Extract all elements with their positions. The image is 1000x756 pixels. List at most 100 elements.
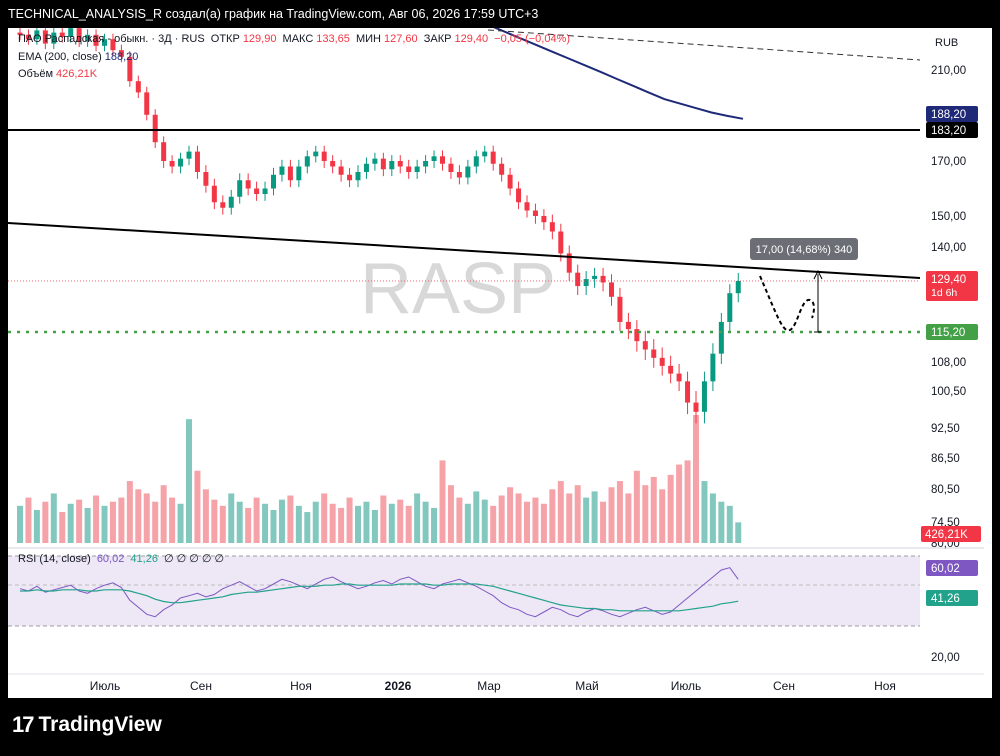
volume-bar — [118, 497, 125, 543]
legend-volume-label: Объём — [18, 68, 54, 80]
candle-body — [431, 156, 437, 161]
volume-bar — [67, 503, 74, 543]
volume-bar — [431, 507, 438, 543]
volume-bar — [152, 501, 159, 543]
volume-bar — [718, 501, 725, 543]
volume-bar — [42, 501, 49, 543]
candle-body — [482, 151, 488, 157]
volume-bar — [473, 491, 480, 543]
candle-body — [194, 151, 200, 172]
volume-bar — [236, 501, 243, 543]
candle-body — [169, 161, 175, 167]
volume-bar — [447, 485, 454, 543]
legend-symbol[interactable]: ПАО Распадская - обыкн. · 3Д · RUS — [18, 33, 205, 45]
volume-bar — [287, 495, 294, 543]
candle-body — [380, 158, 386, 170]
volume-bar — [507, 487, 514, 543]
volume-bar — [312, 501, 319, 543]
tradingview-logo[interactable]: 17 TradingView — [12, 712, 162, 738]
candle-body — [313, 151, 319, 157]
volume-bar — [245, 507, 252, 543]
candle-body — [541, 216, 547, 223]
x-tick-label: Сен — [773, 679, 795, 693]
y-tick-label: 100,50 — [931, 386, 966, 398]
candle-body — [186, 151, 192, 159]
volume-bar — [295, 505, 302, 543]
candle-body — [271, 174, 276, 189]
volume-bar — [160, 485, 167, 543]
volume-bar — [616, 481, 623, 543]
volume-bar — [583, 497, 590, 543]
legend-rsi-ma-value: 41,26 — [130, 553, 158, 565]
y-tick-label: 80,50 — [931, 484, 960, 496]
volume-bar — [481, 499, 488, 543]
legend-rsi-row[interactable]: RSI (14, close) 60,02 41,26 ∅ ∅ ∅ ∅ ∅ — [18, 552, 227, 565]
volume-bar — [625, 493, 632, 543]
volume-bar — [439, 460, 446, 543]
candle-body — [516, 188, 522, 203]
x-tick-label: 2026 — [385, 679, 412, 693]
candle-body — [549, 222, 555, 232]
volume-bar — [515, 493, 522, 543]
candle-body — [524, 202, 530, 211]
volume-bar — [304, 512, 311, 543]
legend-close-label: ЗАКР — [423, 33, 452, 45]
volume-bar — [346, 497, 353, 543]
candle-body — [710, 353, 716, 382]
candle-body — [321, 151, 327, 161]
candle-body — [625, 321, 631, 330]
candle-body — [203, 172, 209, 186]
volume-bar — [135, 489, 142, 543]
volume-bar — [642, 485, 649, 543]
candle-body — [685, 381, 691, 403]
volume-bar — [355, 505, 361, 543]
legend-rsi-value: 60,02 — [96, 553, 125, 565]
candle-body — [575, 272, 581, 287]
legend-volume-row[interactable]: Объём 426,21K — [18, 68, 100, 80]
candle-body — [245, 180, 251, 189]
candle-body — [668, 365, 674, 374]
volume-bar — [549, 489, 556, 543]
candle-body — [347, 174, 353, 181]
rsi-tick-label: 20,00 — [931, 652, 960, 664]
candle-body — [304, 156, 310, 167]
volume-bar — [633, 470, 640, 543]
volume-bar — [414, 493, 421, 543]
volume-bar — [693, 415, 699, 543]
volume-bar — [321, 493, 328, 543]
volume-bar — [228, 493, 235, 543]
price-chart[interactable]: RASP 17,00 (14,68%) 340 RUB 210,00 170,00 150… — [8, 28, 992, 698]
candle-body — [465, 166, 471, 178]
candle-body — [406, 166, 412, 172]
volume-bar — [338, 507, 345, 543]
volume-bar — [532, 497, 539, 543]
volume-bar — [735, 522, 742, 543]
y-tick-label: 108,00 — [931, 357, 966, 369]
legend-volume-value: 426,21K — [56, 68, 98, 80]
candle-body — [220, 202, 226, 208]
legend-rsi-na: ∅ ∅ ∅ ∅ ∅ — [164, 553, 225, 565]
volume-bar — [726, 505, 733, 543]
y-tick-label: 86,50 — [931, 453, 960, 465]
volume-bar — [143, 493, 150, 543]
y-tick-label: 140,00 — [931, 242, 966, 254]
volume-bar — [17, 505, 23, 543]
candle-body — [237, 180, 243, 197]
volume-bar — [59, 512, 66, 543]
candle-body — [473, 156, 479, 167]
legend-ema-row[interactable]: EMA (200, close) 188,20 — [18, 51, 141, 63]
candle-body — [448, 163, 454, 172]
last-price-badge: 129,40 — [931, 274, 966, 286]
currency-label: RUB — [935, 37, 958, 49]
volume-bar — [701, 481, 708, 543]
candle-body — [490, 151, 496, 164]
volume-bar — [405, 505, 412, 543]
legend-symbol-row: ПАО Распадская - обыкн. · 3Д · RUS ОТКР 1… — [18, 33, 573, 45]
candle-body — [211, 185, 217, 203]
candle-body — [693, 402, 699, 412]
volume-bar — [498, 495, 505, 543]
rsi-badge: 60,02 — [931, 563, 960, 575]
candle-body — [178, 158, 184, 167]
candle-body — [414, 166, 420, 172]
y-tick-label: 170,00 — [931, 156, 966, 168]
